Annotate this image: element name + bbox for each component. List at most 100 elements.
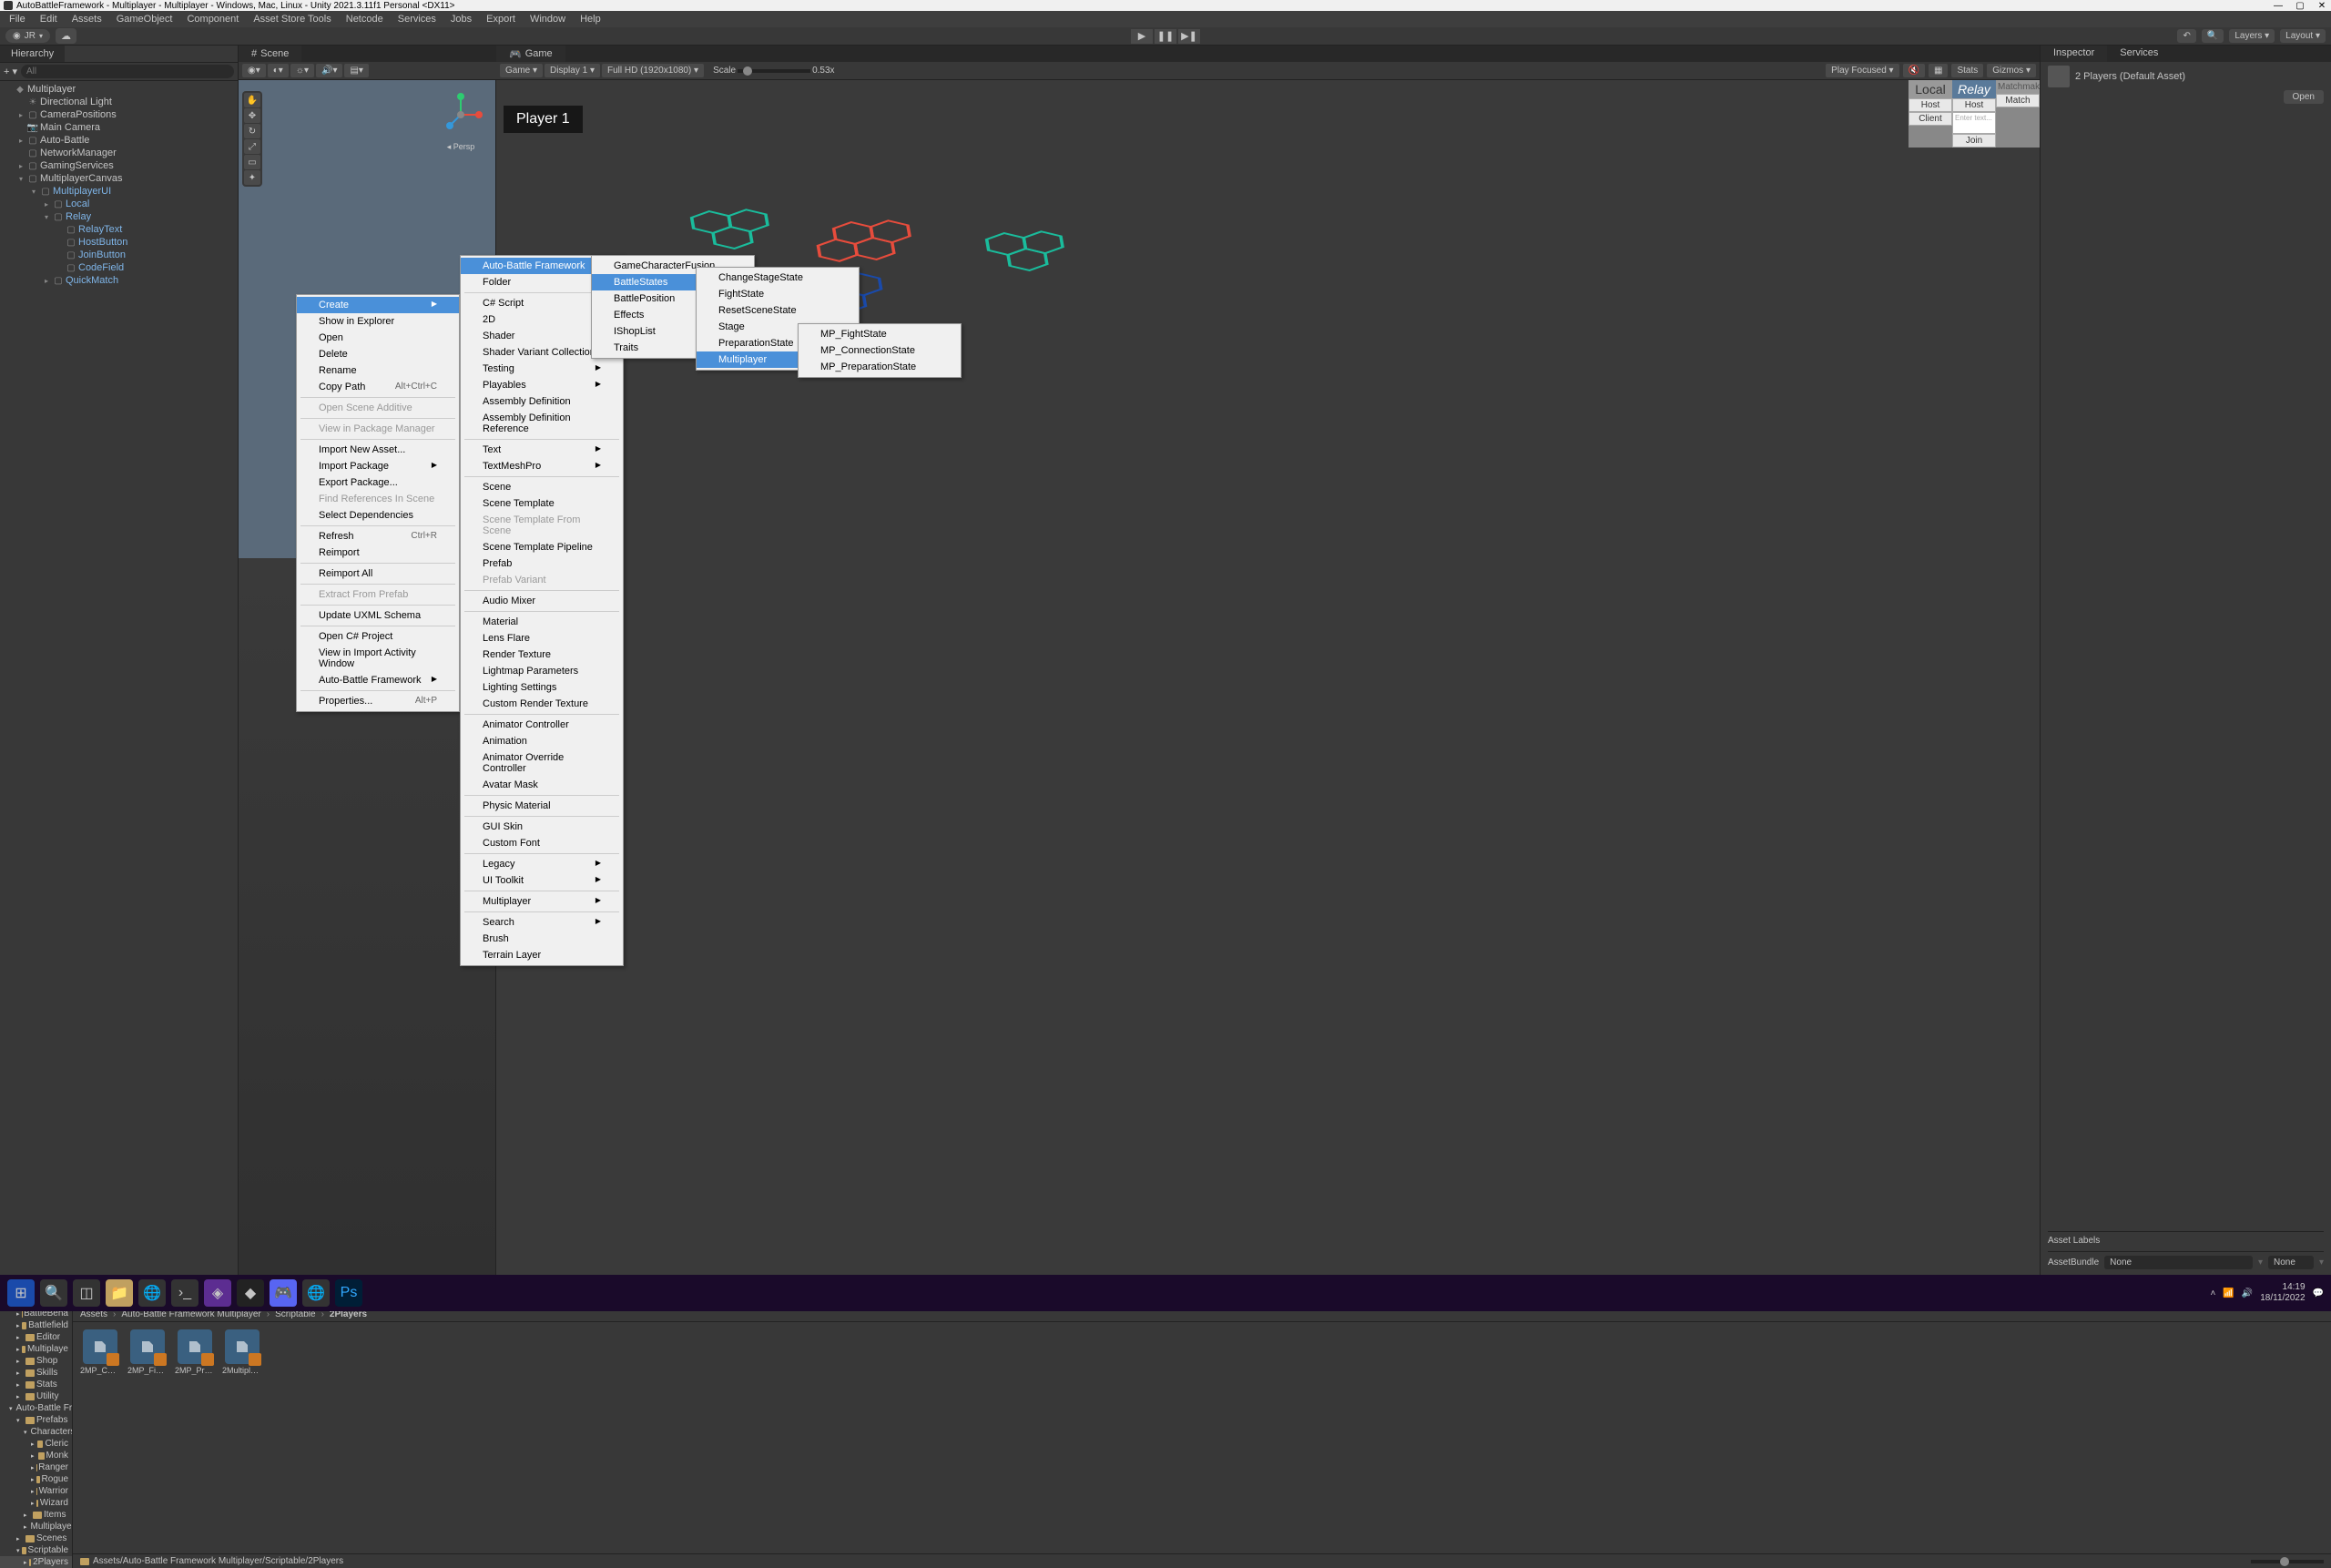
relay-host-button[interactable]: Host [1952, 98, 1996, 112]
unity-icon[interactable]: ◆ [237, 1279, 264, 1307]
hierarchy-item[interactable]: ▸▢CameraPositions [0, 108, 238, 121]
project-tree-item[interactable]: ▸Utility [0, 1390, 72, 1402]
gizmos-dropdown[interactable]: Gizmos ▾ [1987, 64, 2036, 77]
menu-item[interactable]: Reimport [297, 545, 459, 561]
menu-item[interactable]: MP_PreparationState [799, 359, 961, 375]
discord-icon[interactable]: 🎮 [270, 1279, 297, 1307]
menu-item[interactable]: Rename [297, 362, 459, 379]
transform-tool[interactable]: ✦ [244, 170, 260, 185]
menu-item[interactable]: MP_ConnectionState [799, 342, 961, 359]
project-tree-item[interactable]: ▸Multiplaye [0, 1343, 72, 1355]
menu-item[interactable]: Scene Template Pipeline [461, 539, 623, 555]
hierarchy-tree[interactable]: ◆Multiplayer☀Directional Light▸▢CameraPo… [0, 81, 238, 1275]
hierarchy-item[interactable]: ☀Directional Light [0, 96, 238, 108]
menu-item[interactable]: Auto-Battle Framework▶ [297, 672, 459, 688]
scene-audio-button[interactable]: 🔊▾ [316, 64, 342, 77]
asset-item[interactable]: 2MP_Conn... [80, 1329, 120, 1375]
menu-item[interactable]: GUI Skin [461, 819, 623, 835]
menu-item[interactable]: Playables▶ [461, 377, 623, 393]
asset-item[interactable]: 2MP_Fight... [127, 1329, 168, 1375]
project-tree-item[interactable]: ▸Cleric [0, 1438, 72, 1450]
hierarchy-item[interactable]: ▾▢MultiplayerCanvas [0, 172, 238, 185]
menu-item[interactable]: ChangeStageState [697, 270, 859, 286]
stats-button[interactable]: Stats [1951, 64, 1983, 77]
add-button[interactable]: + ▾ [4, 66, 17, 77]
thumbnail-size-slider[interactable] [2251, 1560, 2324, 1563]
start-button[interactable]: ⊞ [7, 1279, 35, 1307]
hierarchy-search[interactable] [21, 65, 234, 78]
open-button[interactable]: Open [2284, 90, 2324, 104]
chrome-icon[interactable]: 🌐 [138, 1279, 166, 1307]
hierarchy-item[interactable]: ▢JoinButton [0, 249, 238, 261]
account-button[interactable]: ◉ JR ▾ [5, 29, 50, 43]
minimize-button[interactable]: — [2273, 0, 2284, 11]
maximize-button[interactable]: ▢ [2295, 0, 2306, 11]
menu-asset store tools[interactable]: Asset Store Tools [246, 12, 338, 26]
assetbundle-variant-dropdown[interactable]: None [2268, 1256, 2314, 1269]
volume-icon[interactable]: 🔊 [2242, 1288, 2253, 1298]
menu-window[interactable]: Window [523, 12, 573, 26]
project-tree-item[interactable]: ▸Battlefield [0, 1319, 72, 1331]
menu-item[interactable]: Legacy▶ [461, 856, 623, 872]
menu-item[interactable]: Reimport All [297, 565, 459, 582]
context-menu-main[interactable]: Create▶Show in ExplorerOpenDeleteRenameC… [296, 294, 460, 712]
menu-item[interactable]: TextMeshPro▶ [461, 458, 623, 474]
game-mode-dropdown[interactable]: Game ▾ [500, 64, 543, 77]
resolution-dropdown[interactable]: Full HD (1920x1080) ▾ [602, 64, 704, 77]
menu-item[interactable]: Prefab [461, 555, 623, 572]
scene-tab[interactable]: #Scene [239, 46, 301, 62]
menu-item[interactable]: MP_FightState [799, 326, 961, 342]
project-tree-item[interactable]: ▸Items [0, 1509, 72, 1521]
vsync-button[interactable]: ▦ [1929, 64, 1948, 77]
orientation-gizmo[interactable]: ◂ Persp [433, 87, 488, 142]
project-tree-item[interactable]: ▾Auto-Battle Fra [0, 1402, 72, 1414]
menu-item[interactable]: RefreshCtrl+R [297, 528, 459, 545]
menu-item[interactable]: Testing▶ [461, 361, 623, 377]
rotate-tool[interactable]: ↻ [244, 124, 260, 138]
project-tree-item[interactable]: ▸Multiplaye [0, 1521, 72, 1532]
menu-item[interactable]: Brush [461, 931, 623, 947]
menu-file[interactable]: File [2, 12, 33, 26]
shading-dropdown[interactable]: ◉▾ [242, 64, 266, 77]
undo-history-button[interactable]: ↶ [2177, 29, 2195, 43]
menu-item[interactable]: Search▶ [461, 914, 623, 931]
menu-item[interactable]: Lighting Settings [461, 679, 623, 696]
scene-lighting-button[interactable]: ☼▾ [290, 64, 314, 77]
project-tree-item[interactable]: ▸Monk [0, 1450, 72, 1461]
services-tab[interactable]: Services [2107, 46, 2171, 62]
menu-jobs[interactable]: Jobs [443, 12, 479, 26]
hierarchy-item[interactable]: ▸▢Local [0, 198, 238, 210]
project-tree[interactable]: ▸BattleBeha▸Battlefield▸Editor▸Multiplay… [0, 1308, 73, 1568]
menu-item[interactable]: Render Texture [461, 647, 623, 663]
menu-item[interactable]: Physic Material [461, 798, 623, 814]
hierarchy-item[interactable]: ◆Multiplayer [0, 83, 238, 96]
menu-item[interactable]: Lightmap Parameters [461, 663, 623, 679]
menu-item[interactable]: Animation [461, 733, 623, 749]
notifications-button[interactable]: 💬 [2313, 1288, 2324, 1298]
relay-join-button[interactable]: Join [1952, 134, 1996, 148]
menu-item[interactable]: Terrain Layer [461, 947, 623, 963]
context-menu-create[interactable]: Auto-Battle Framework▶FolderC# Script2D▶… [460, 255, 624, 966]
menu-item[interactable]: UI Toolkit▶ [461, 872, 623, 889]
menu-item[interactable]: ResetSceneState [697, 302, 859, 319]
menu-item[interactable]: Open C# Project [297, 628, 459, 645]
display-dropdown[interactable]: Display 1 ▾ [545, 64, 600, 77]
scene-fx-button[interactable]: ▤▾ [344, 64, 368, 77]
local-client-button[interactable]: Client [1909, 112, 1952, 126]
menu-item[interactable]: Import Package▶ [297, 458, 459, 474]
app-icon[interactable]: 🌐 [302, 1279, 330, 1307]
project-tree-item[interactable]: ▾Scriptable [0, 1544, 72, 1556]
terminal-icon[interactable]: ›_ [171, 1279, 198, 1307]
menu-item[interactable]: Assembly Definition [461, 393, 623, 410]
cloud-button[interactable]: ☁ [56, 28, 76, 44]
menu-gameobject[interactable]: GameObject [109, 12, 180, 26]
menu-item[interactable]: Create▶ [297, 297, 459, 313]
layers-dropdown[interactable]: Layers ▾ [2229, 29, 2275, 43]
search-button[interactable]: 🔍 [40, 1279, 67, 1307]
menu-item[interactable]: Audio Mixer [461, 593, 623, 609]
vs-icon[interactable]: ◈ [204, 1279, 231, 1307]
play-focused-dropdown[interactable]: Play Focused ▾ [1826, 64, 1898, 77]
project-tree-item[interactable]: ▸Rogue [0, 1473, 72, 1485]
menu-item[interactable]: Properties...Alt+P [297, 693, 459, 709]
project-tree-item[interactable]: ▸Warrior [0, 1485, 72, 1497]
